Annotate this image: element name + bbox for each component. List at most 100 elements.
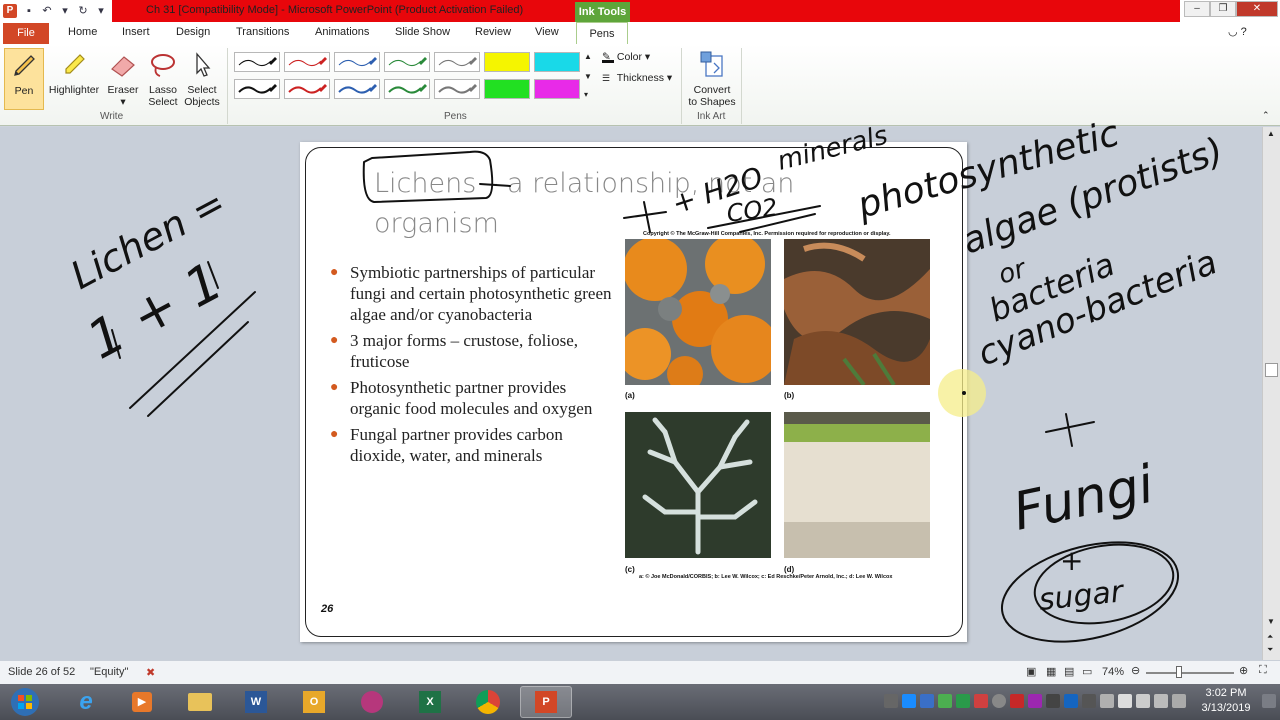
tab-review[interactable]: Review xyxy=(475,26,511,38)
pen-swatch[interactable] xyxy=(334,52,380,72)
eraser-button[interactable]: Eraser ▾ xyxy=(103,48,143,110)
bullet-list[interactable]: ● Symbiotic partnerships of particular fu… xyxy=(330,262,615,471)
close-button[interactable]: ✕ xyxy=(1236,1,1278,17)
previous-slide-icon[interactable]: ⏶ xyxy=(1267,632,1273,642)
photo-fruticose-lichen[interactable] xyxy=(625,412,771,558)
redo-icon[interactable]: ↻ xyxy=(77,5,89,17)
show-desktop-button[interactable] xyxy=(1262,694,1276,708)
pen-swatch[interactable] xyxy=(234,79,280,99)
highlighter-button[interactable]: Highlighter xyxy=(46,48,102,110)
customize-qat-icon[interactable]: ▾ xyxy=(95,5,107,17)
undo-icon[interactable]: ↶ xyxy=(41,5,53,17)
network-icon[interactable] xyxy=(1100,694,1114,708)
pen-swatch[interactable] xyxy=(434,52,480,72)
thickness-button[interactable]: ☰ Thickness ▾ xyxy=(602,72,672,84)
slide-title[interactable]: Lichens – a relationship, not an organis… xyxy=(374,164,794,244)
tray-app-icon[interactable] xyxy=(1136,694,1150,708)
taskbar-excel[interactable]: X xyxy=(404,686,456,718)
gallery-scroll-down-icon[interactable]: ▼ xyxy=(584,72,592,81)
skype-icon[interactable] xyxy=(902,694,916,708)
scroll-thumb[interactable] xyxy=(1265,363,1278,377)
tray-app-icon[interactable] xyxy=(1046,694,1060,708)
gallery-more-icon[interactable]: ▾ xyxy=(584,90,588,99)
normal-view-icon[interactable]: ▣ xyxy=(1026,665,1036,678)
powerpoint-icon[interactable]: P xyxy=(3,4,17,18)
bluetooth-icon[interactable] xyxy=(1064,694,1078,708)
photo-foliose-lichen[interactable] xyxy=(784,239,930,385)
slideshow-view-icon[interactable]: ▭ xyxy=(1082,665,1092,678)
convert-shapes-icon xyxy=(696,48,728,82)
next-slide-icon[interactable]: ⏷ xyxy=(1267,645,1273,655)
color-button[interactable]: ✎ Color ▾ xyxy=(602,51,650,64)
taskbar-chrome[interactable] xyxy=(462,686,514,718)
taskbar-outlook[interactable]: O xyxy=(288,686,340,718)
tray-app-icon[interactable] xyxy=(1082,694,1096,708)
tab-view[interactable]: View xyxy=(535,26,559,38)
vertical-scrollbar[interactable]: ▲ ▼ ⏶ ⏷ xyxy=(1262,127,1280,660)
taskbar-powerpoint[interactable]: P xyxy=(520,686,572,718)
gallery-scroll-up-icon[interactable]: ▲ xyxy=(584,52,592,61)
zoom-out-icon[interactable]: ⊖ xyxy=(1131,664,1140,677)
zoom-in-icon[interactable]: ⊕ xyxy=(1239,664,1248,677)
minimize-button[interactable]: – xyxy=(1184,1,1210,17)
tab-slide-show[interactable]: Slide Show xyxy=(395,26,450,38)
reading-view-icon[interactable]: ▤ xyxy=(1064,665,1074,678)
start-button[interactable] xyxy=(2,686,48,718)
pen-swatch[interactable] xyxy=(534,79,580,99)
pen-swatch[interactable] xyxy=(384,79,430,99)
tab-pens[interactable]: Pens xyxy=(576,22,628,45)
tab-animations[interactable]: Animations xyxy=(315,26,369,38)
help-icon[interactable]: ◡ ? xyxy=(1228,25,1247,38)
pen-swatch[interactable] xyxy=(434,79,480,99)
taskbar-word[interactable]: W xyxy=(230,686,282,718)
convert-to-shapes-button[interactable]: Convert to Shapes xyxy=(686,48,738,110)
tab-file[interactable]: File xyxy=(3,23,49,44)
dropdown-icon[interactable]: ▾ xyxy=(59,5,71,17)
tab-insert[interactable]: Insert xyxy=(122,26,150,38)
tray-app-icon[interactable] xyxy=(1010,694,1024,708)
pen-swatch[interactable] xyxy=(284,52,330,72)
tray-app-icon[interactable] xyxy=(1028,694,1042,708)
fit-to-window-icon[interactable]: ⛶ xyxy=(1259,664,1267,677)
pen-swatch[interactable] xyxy=(384,52,430,72)
scroll-down-icon[interactable]: ▼ xyxy=(1267,617,1275,626)
pen-swatch[interactable] xyxy=(334,79,380,99)
tray-app-icon[interactable] xyxy=(956,694,970,708)
collapse-ribbon-icon[interactable]: ⌃ xyxy=(1262,110,1270,121)
zoom-slider[interactable] xyxy=(1146,672,1234,674)
tray-app-icon[interactable] xyxy=(974,694,988,708)
pen-swatch[interactable] xyxy=(484,79,530,99)
scroll-up-icon[interactable]: ▲ xyxy=(1267,129,1275,138)
restore-button[interactable]: ❐ xyxy=(1210,1,1236,17)
pen-swatch[interactable] xyxy=(284,79,330,99)
tray-expand-icon[interactable] xyxy=(884,694,898,708)
photo-crustose-lichen[interactable] xyxy=(625,239,771,385)
ribbon-tabs: Home Insert Design Transitions Animation… xyxy=(0,22,1280,44)
tab-transitions[interactable]: Transitions xyxy=(236,26,289,38)
tab-home[interactable]: Home xyxy=(68,26,97,38)
lasso-select-button[interactable]: Lasso Select xyxy=(143,48,183,110)
zoom-level[interactable]: 74% xyxy=(1102,666,1124,678)
flag-icon[interactable] xyxy=(1118,694,1132,708)
pen-button[interactable]: Pen xyxy=(4,48,44,110)
zoom-slider-thumb[interactable] xyxy=(1176,666,1182,678)
tray-app-icon[interactable] xyxy=(992,694,1006,708)
spellcheck-icon[interactable]: ✖ xyxy=(146,666,155,679)
taskbar-clock[interactable]: 3:02 PM 3/13/2019 xyxy=(1196,686,1256,716)
select-objects-button[interactable]: Select Objects xyxy=(182,48,222,110)
taskbar-media-player[interactable]: ▶ xyxy=(116,686,168,718)
pen-swatch[interactable] xyxy=(234,52,280,72)
slide-sorter-icon[interactable]: ▦ xyxy=(1046,665,1056,678)
pen-swatch[interactable] xyxy=(534,52,580,72)
tab-design[interactable]: Design xyxy=(176,26,210,38)
network-signal-icon[interactable] xyxy=(1172,694,1186,708)
taskbar-onenote[interactable] xyxy=(346,686,398,718)
battery-icon[interactable] xyxy=(938,694,952,708)
taskbar-file-explorer[interactable] xyxy=(174,686,226,718)
tray-app-icon[interactable] xyxy=(920,694,934,708)
save-icon[interactable]: ▪ xyxy=(23,5,35,17)
taskbar-internet-explorer[interactable]: e xyxy=(60,686,112,718)
pen-swatch[interactable] xyxy=(484,52,530,72)
photo-lichen-cross-section[interactable] xyxy=(784,412,930,558)
volume-icon[interactable] xyxy=(1154,694,1168,708)
